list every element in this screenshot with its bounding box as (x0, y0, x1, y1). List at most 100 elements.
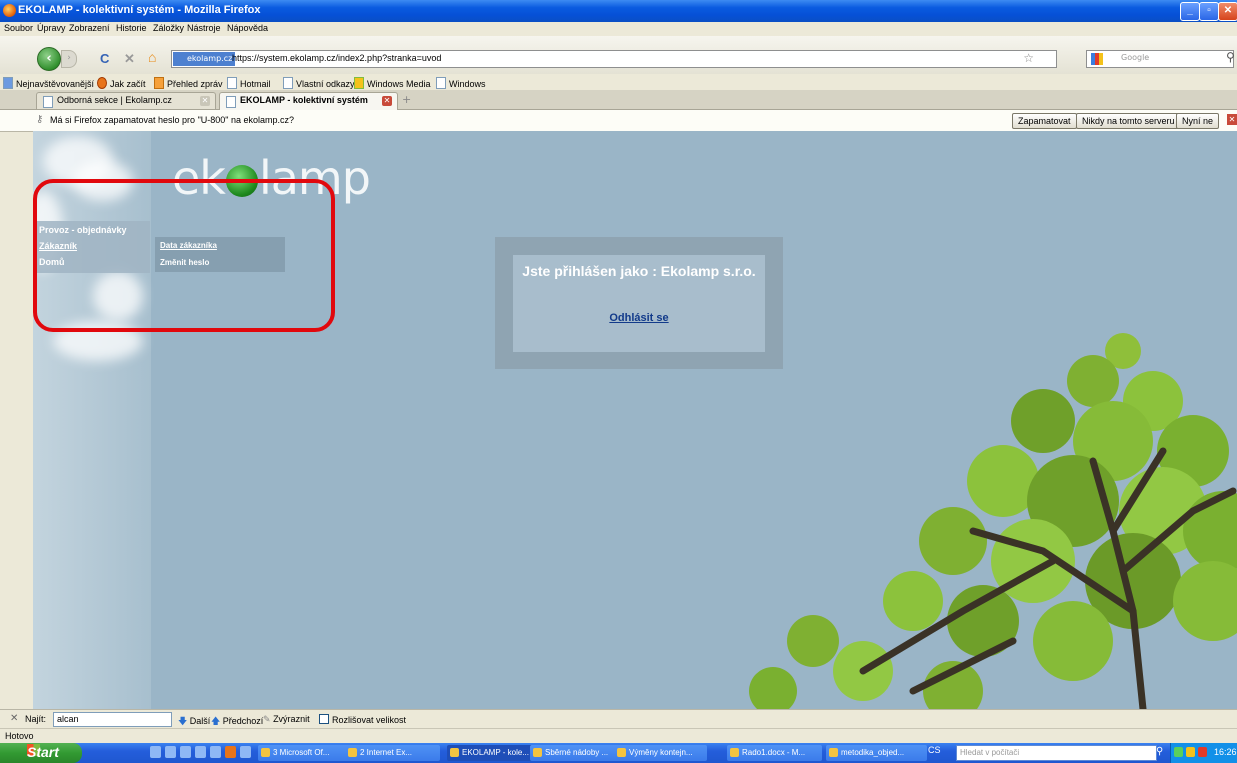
quicklaunch-icon[interactable] (195, 746, 206, 758)
tree-image (749, 333, 1237, 709)
menu-soubor[interactable]: Soubor (4, 23, 33, 33)
menu-upravy[interactable]: Úpravy (37, 23, 66, 33)
find-previous-label: Předchozí (222, 716, 264, 726)
home-icon[interactable]: ⌂ (148, 49, 156, 65)
start-label: Start (27, 744, 59, 760)
close-button[interactable]: ✕ (1218, 2, 1237, 21)
start-button[interactable]: Start (0, 743, 82, 763)
find-close-icon[interactable]: ✕ (10, 713, 18, 724)
quicklaunch-icon[interactable] (165, 746, 176, 758)
page-icon (43, 96, 53, 108)
menu-zalozky[interactable]: Záložky (153, 23, 184, 33)
search-placeholder: Google (1121, 53, 1150, 62)
bookmark-windows-media[interactable]: Windows Media (354, 77, 431, 89)
find-highlight-label: Zvýraznit (273, 714, 310, 724)
tab-odborna-sekce[interactable]: Odborná sekce | Ekolamp.cz ✕ (36, 92, 216, 109)
bookmark-label: Nejnavštěvovanější (16, 79, 95, 89)
page-icon (283, 77, 293, 89)
page-icon (226, 96, 236, 108)
url-bar[interactable]: ekolamp.cz https://system.ekolamp.cz/ind… (171, 50, 1057, 68)
bookmark-label: Hotmail (240, 79, 271, 89)
url-text: https://system.ekolamp.cz/index2.php?str… (232, 53, 442, 63)
taskbar-button-internet-explorer[interactable]: 2 Internet Ex... (345, 745, 440, 761)
firefox-icon (97, 77, 107, 89)
highlighter-icon: ✎ (263, 714, 271, 724)
menu-nastroje[interactable]: Nástroje (187, 23, 221, 33)
menu-historie[interactable]: Historie (116, 23, 147, 33)
bookmark-label: Windows (449, 79, 486, 89)
search-icon[interactable]: ⚲ (1156, 746, 1163, 757)
logged-in-text: Jste přihlášen jako : Ekolamp s.r.o. (522, 263, 756, 279)
find-highlight-button[interactable]: ✎ Zvýraznit (263, 714, 310, 725)
bookmark-star-icon[interactable]: ☆ (1023, 51, 1034, 65)
tab-label: Odborná sekce | Ekolamp.cz (57, 95, 172, 105)
tray-icon[interactable] (1198, 747, 1207, 757)
tray-icon[interactable] (1186, 747, 1195, 757)
minimize-button[interactable]: _ (1180, 2, 1200, 21)
red-highlight-frame (33, 179, 335, 332)
bookmark-icon (3, 77, 13, 89)
site-identity-badge[interactable]: ekolamp.cz (173, 52, 236, 66)
password-notification-bar: ⚷ Má si Firefox zapamatovat heslo pro "U… (0, 110, 1237, 132)
never-for-site-button[interactable]: Nikdy na tomto serveru (1076, 113, 1181, 129)
taskbar-button-ekolamp[interactable]: EKOLAMP - kole... (447, 745, 540, 761)
find-input[interactable]: alcan (53, 712, 172, 727)
forward-button[interactable]: › (61, 50, 77, 68)
taskbar-search-input[interactable]: Hledat v počítači (956, 745, 1157, 761)
find-label: Najít: (25, 714, 47, 724)
bookmarks-toolbar: Nejnavštěvovanější Jak začít Přehled zpr… (0, 74, 1237, 90)
page-icon (227, 77, 237, 89)
windows-media-icon (354, 77, 364, 89)
maximize-button[interactable]: ▫ (1199, 2, 1219, 21)
remember-password-button[interactable]: Zapamatovat (1012, 113, 1077, 129)
page-icon (436, 77, 446, 89)
taskbar-button-rado1-docx[interactable]: Rado1.docx - M... (727, 745, 822, 761)
bookmark-hotmail[interactable]: Hotmail (227, 77, 271, 89)
tab-strip: Odborná sekce | Ekolamp.cz ✕ EKOLAMP - k… (0, 90, 1237, 110)
bookmark-news[interactable]: Přehled zpráv (154, 77, 223, 89)
checkbox-icon (319, 714, 329, 724)
not-now-button[interactable]: Nyní ne (1176, 113, 1220, 129)
quicklaunch-icon[interactable] (210, 746, 221, 758)
back-button[interactable]: ‹ (37, 47, 61, 71)
search-input[interactable]: Google (1086, 50, 1234, 68)
window-titlebar: EKOLAMP - kolektivní systém - Mozilla Fi… (0, 0, 1237, 22)
match-case-checkbox[interactable]: Rozlišovat velikost (319, 714, 406, 725)
menu-zobrazeni[interactable]: Zobrazení (69, 23, 110, 33)
stop-icon[interactable]: ✕ (124, 51, 135, 67)
firefox-quicklaunch-icon[interactable] (225, 746, 236, 758)
quicklaunch-icon[interactable] (180, 746, 191, 758)
menu-bar: Soubor Úpravy Zobrazení Historie Záložky… (0, 22, 1237, 36)
notification-message: Má si Firefox zapamatovat heslo pro "U-8… (50, 115, 295, 125)
language-indicator[interactable]: CS (928, 745, 941, 755)
tray-icon[interactable] (1174, 747, 1183, 757)
reload-icon[interactable]: C (100, 51, 109, 66)
taskbar-button-microsoft-office[interactable]: 3 Microsoft Of... (258, 745, 353, 761)
status-bar: Hotovo (0, 728, 1237, 744)
taskbar-button-vymeny-kontejneru[interactable]: Výměny kontejn... (614, 745, 707, 761)
tab-close-icon[interactable]: ✕ (382, 96, 392, 106)
key-icon: ⚷ (36, 114, 44, 125)
taskbar-button-sberne-nadoby[interactable]: Sběrné nádoby ... (530, 745, 623, 761)
bookmark-most-visited[interactable]: Nejnavštěvovanější (3, 77, 94, 89)
quicklaunch-icon[interactable] (240, 746, 251, 758)
tab-ekolamp[interactable]: EKOLAMP - kolektivní systém ✕ (219, 92, 398, 110)
status-text: Hotovo (5, 731, 34, 741)
notification-close-icon[interactable]: ✕ (1227, 114, 1237, 125)
menu-napoveda[interactable]: Nápověda (227, 23, 268, 33)
taskbar-button-metodika[interactable]: metodika_objed... (826, 745, 927, 761)
find-bar: ✕ Najít: alcan 🡇 Další 🡅 Předchozí ✎ Zvý… (0, 709, 1237, 729)
bookmark-windows[interactable]: Windows (436, 77, 486, 89)
new-tab-icon[interactable]: + (402, 93, 411, 106)
quicklaunch-icon[interactable] (150, 746, 161, 758)
search-magnifier-icon[interactable]: ⚲ (1226, 50, 1235, 64)
firefox-icon (3, 4, 16, 17)
arrow-up-icon: 🡅 (211, 716, 221, 726)
find-next-label: Další (189, 716, 211, 726)
bookmark-label: Přehled zpráv (167, 79, 223, 89)
bookmark-getting-started[interactable]: Jak začít (97, 77, 146, 89)
rss-icon (154, 77, 164, 89)
bookmark-custom-links[interactable]: Vlastní odkazy (283, 77, 355, 89)
tab-close-icon[interactable]: ✕ (200, 96, 210, 106)
arrow-down-icon: 🡇 (178, 716, 188, 726)
